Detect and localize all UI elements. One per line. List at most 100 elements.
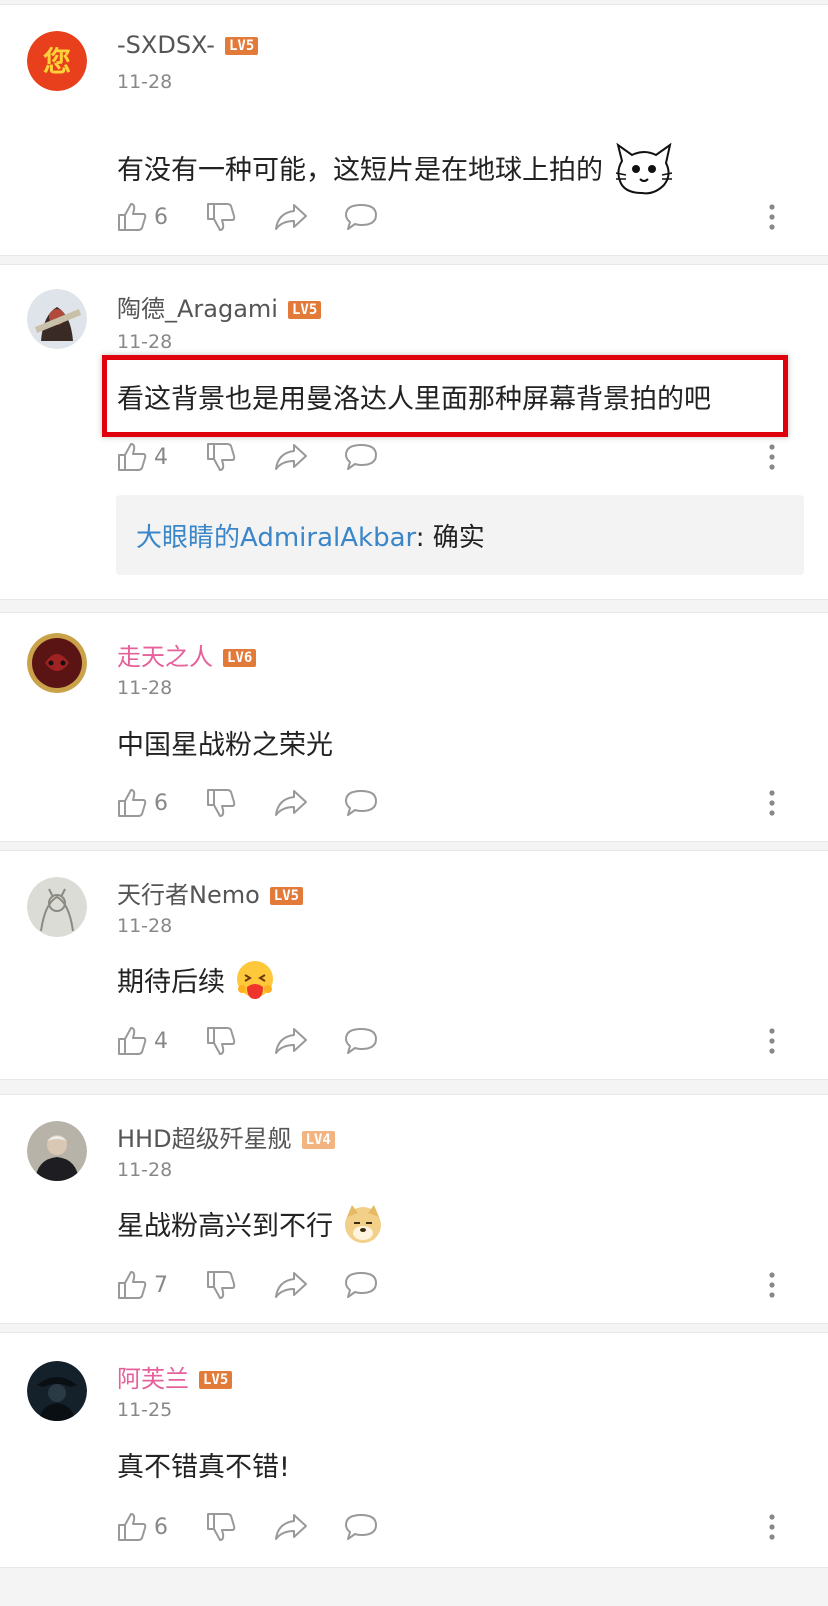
reply-icon: [345, 444, 377, 470]
username-text[interactable]: 阿芙兰: [117, 1365, 189, 1393]
share-icon: [275, 1272, 307, 1298]
dislike-button[interactable]: [205, 1265, 237, 1305]
reply-preview[interactable]: 大眼睛的AdmiralAkbar: 确实: [116, 495, 804, 575]
comment-text-body: 有没有一种可能，这短片是在地球上拍的: [117, 155, 603, 186]
comment-actions: 7: [0, 1265, 828, 1305]
comment-actions: 6: [0, 783, 828, 823]
username-text[interactable]: -SXDSX-: [117, 31, 215, 59]
comment-actions: 4: [0, 437, 828, 477]
comment-text: 星战粉高兴到不行: [117, 1203, 384, 1252]
username-text[interactable]: 天行者Nemo: [117, 881, 260, 909]
hug-emoji-icon: [234, 959, 276, 1008]
comment-text-body: 中国星战粉之荣光: [117, 730, 333, 761]
dislike-button[interactable]: [205, 197, 237, 237]
share-icon: [275, 790, 307, 816]
comment-date: 11-28: [117, 677, 173, 699]
username[interactable]: 走天之人 LV6: [117, 637, 257, 672]
more-button[interactable]: [764, 1021, 780, 1061]
reply-body: 确实: [432, 523, 485, 553]
like-icon: [118, 1027, 147, 1055]
avatar[interactable]: [27, 633, 87, 693]
more-button[interactable]: [764, 197, 780, 237]
avatar[interactable]: [27, 877, 87, 937]
reply-button[interactable]: [344, 1265, 378, 1305]
dislike-icon: [207, 1271, 236, 1299]
share-icon: [275, 1514, 307, 1540]
more-button[interactable]: [764, 1507, 780, 1547]
level-badge: LV6: [223, 649, 257, 667]
share-button[interactable]: [274, 783, 308, 823]
share-button[interactable]: [274, 197, 308, 237]
comment-date: 11-28: [117, 915, 173, 937]
reply-author[interactable]: 大眼睛的AdmiralAkbar: [136, 523, 416, 553]
dislike-button[interactable]: [205, 1507, 237, 1547]
like-button[interactable]: 4: [116, 437, 168, 477]
comment-text-body: 星战粉高兴到不行: [117, 1211, 333, 1242]
comment-card: 走天之人 LV6 11-28 中国星战粉之荣光 6: [0, 612, 828, 842]
reply-button[interactable]: [344, 1507, 378, 1547]
like-count: 7: [154, 1272, 168, 1298]
comment-actions: 4: [0, 1021, 828, 1061]
share-button[interactable]: [274, 437, 308, 477]
more-icon: [769, 1272, 775, 1298]
like-button[interactable]: 7: [116, 1265, 168, 1305]
reply-button[interactable]: [344, 437, 378, 477]
username[interactable]: 陶德_Aragami LV5: [117, 289, 322, 324]
share-button[interactable]: [274, 1507, 308, 1547]
reply-icon: [345, 204, 377, 230]
level-badge: LV5: [224, 37, 259, 55]
dislike-button[interactable]: [205, 437, 237, 477]
reply-button[interactable]: [344, 197, 378, 237]
reply-separator: :: [415, 523, 433, 553]
comment-text-body: 看这背景也是用曼洛达人里面那种屏幕背景拍的吧: [117, 384, 711, 415]
like-icon: [118, 789, 147, 817]
comment-date: 11-28: [117, 71, 173, 93]
share-icon: [275, 1028, 307, 1054]
avatar-text: 您: [43, 45, 71, 78]
reply-button[interactable]: [344, 783, 378, 823]
like-button[interactable]: 4: [116, 1021, 168, 1061]
share-button[interactable]: [274, 1021, 308, 1061]
share-icon: [275, 204, 307, 230]
reply-button[interactable]: [344, 1021, 378, 1061]
reply-icon: [345, 1514, 377, 1540]
reply-icon: [345, 1272, 377, 1298]
comment-card: 陶德_Aragami LV5 11-28 看这背景也是用曼洛达人里面那种屏幕背景拍…: [0, 264, 828, 600]
more-icon: [769, 204, 775, 230]
like-icon: [118, 1271, 147, 1299]
avatar[interactable]: 您: [27, 31, 87, 91]
username-text[interactable]: 陶德_Aragami: [117, 295, 278, 323]
like-button[interactable]: 6: [116, 197, 168, 237]
like-count: 6: [154, 1514, 168, 1540]
comment-actions: 6: [0, 1507, 828, 1547]
dislike-button[interactable]: [205, 783, 237, 823]
dislike-button[interactable]: [205, 1021, 237, 1061]
avatar[interactable]: [27, 1361, 87, 1421]
username[interactable]: -SXDSX- LV5: [117, 31, 259, 59]
comment-text: 有没有一种可能，这短片是在地球上拍的: [117, 139, 676, 204]
more-icon: [769, 1028, 775, 1054]
like-button[interactable]: 6: [116, 1507, 168, 1547]
avatar[interactable]: [27, 1121, 87, 1181]
more-button[interactable]: [764, 783, 780, 823]
comment-actions: 6: [0, 197, 828, 237]
username-text[interactable]: 走天之人: [117, 643, 213, 671]
doge-emoji-icon: [342, 1203, 384, 1252]
username[interactable]: HHD超级歼星舰 LV4: [117, 1119, 335, 1154]
dislike-icon: [207, 203, 236, 231]
username-text[interactable]: HHD超级歼星舰: [117, 1125, 292, 1153]
username[interactable]: 天行者Nemo LV5: [117, 875, 304, 910]
comment-date: 11-25: [117, 1399, 173, 1421]
more-button[interactable]: [764, 1265, 780, 1305]
more-button[interactable]: [764, 437, 780, 477]
comment-text: 中国星战粉之荣光: [117, 723, 333, 762]
comment-text: 真不错真不错!: [117, 1445, 290, 1484]
like-count: 6: [154, 204, 168, 230]
comment-text-body: 期待后续: [117, 967, 225, 998]
avatar[interactable]: [27, 289, 87, 349]
level-badge: LV4: [301, 1131, 335, 1149]
like-button[interactable]: 6: [116, 783, 168, 823]
share-button[interactable]: [274, 1265, 308, 1305]
username[interactable]: 阿芙兰 LV5: [117, 1359, 233, 1394]
dislike-icon: [207, 1513, 236, 1541]
